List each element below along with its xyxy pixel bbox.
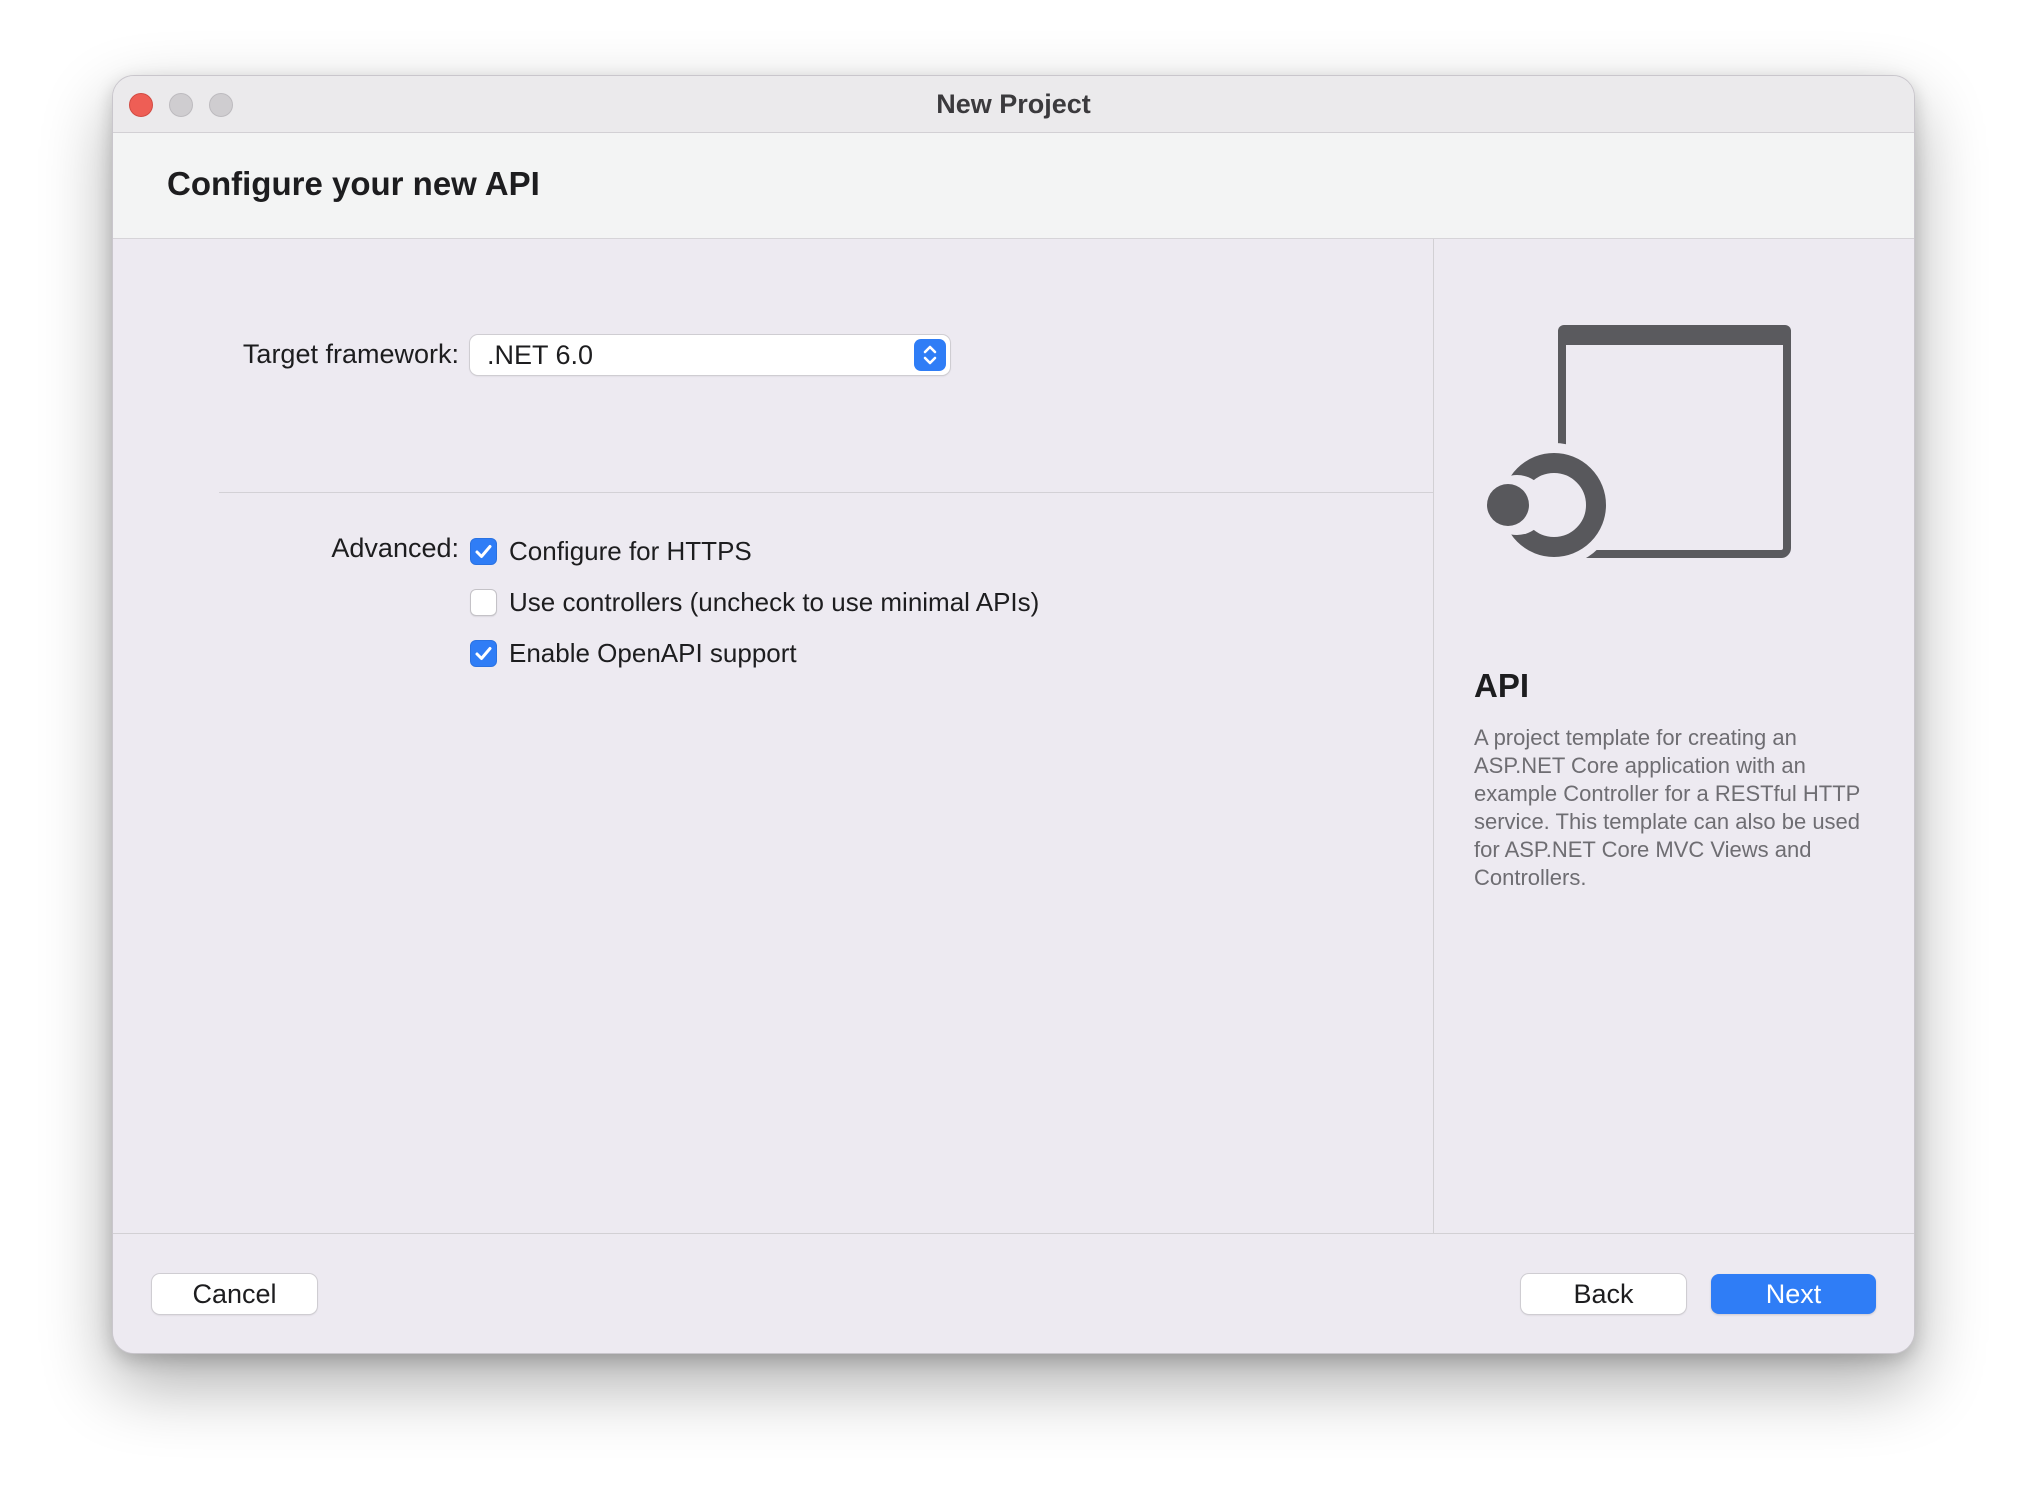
advanced-label: Advanced: — [331, 533, 459, 563]
target-framework-select[interactable]: .NET 6.0 — [470, 335, 950, 375]
use-controllers-option[interactable]: Use controllers (uncheck to use minimal … — [470, 586, 1039, 618]
enable-openapi-checkbox[interactable] — [470, 639, 497, 667]
enable-openapi-label: Enable OpenAPI support — [509, 637, 797, 668]
window-title: New Project — [936, 89, 1091, 119]
page-header: Configure your new API — [113, 133, 1914, 239]
next-button[interactable]: Next — [1711, 1274, 1876, 1314]
configure-https-option[interactable]: Configure for HTTPS — [470, 535, 752, 567]
title-bar: New Project — [113, 76, 1914, 133]
use-controllers-checkbox[interactable] — [470, 588, 497, 616]
checkmark-icon — [475, 646, 492, 660]
zoom-window-button[interactable] — [209, 93, 233, 117]
dialog-footer: Cancel Back Next — [113, 1233, 1914, 1353]
page-title: Configure your new API — [167, 165, 540, 202]
api-template-icon — [1474, 319, 1794, 584]
cancel-button[interactable]: Cancel — [152, 1274, 317, 1314]
new-project-window: New Project Configure your new API Targe… — [112, 75, 1915, 1354]
target-framework-value: .NET 6.0 — [487, 340, 594, 370]
configure-https-checkbox[interactable] — [470, 537, 497, 565]
select-stepper-icon — [914, 339, 946, 371]
target-framework-label: Target framework: — [242, 339, 459, 369]
minimize-window-button[interactable] — [169, 93, 193, 117]
configure-https-label: Configure for HTTPS — [509, 535, 752, 566]
template-name: API — [1474, 667, 1530, 704]
configuration-panel: Target framework: .NET 6.0 Advanced: Con… — [113, 239, 1433, 1233]
close-window-button[interactable] — [129, 93, 153, 117]
use-controllers-label: Use controllers (uncheck to use minimal … — [509, 586, 1040, 617]
template-info-panel: API A project template for creating an A… — [1433, 239, 1914, 1233]
enable-openapi-option[interactable]: Enable OpenAPI support — [470, 637, 797, 669]
template-description: A project template for creating an ASP.N… — [1474, 725, 1861, 890]
checkmark-icon — [475, 544, 492, 558]
back-button[interactable]: Back — [1521, 1274, 1686, 1314]
section-divider — [219, 492, 1433, 493]
